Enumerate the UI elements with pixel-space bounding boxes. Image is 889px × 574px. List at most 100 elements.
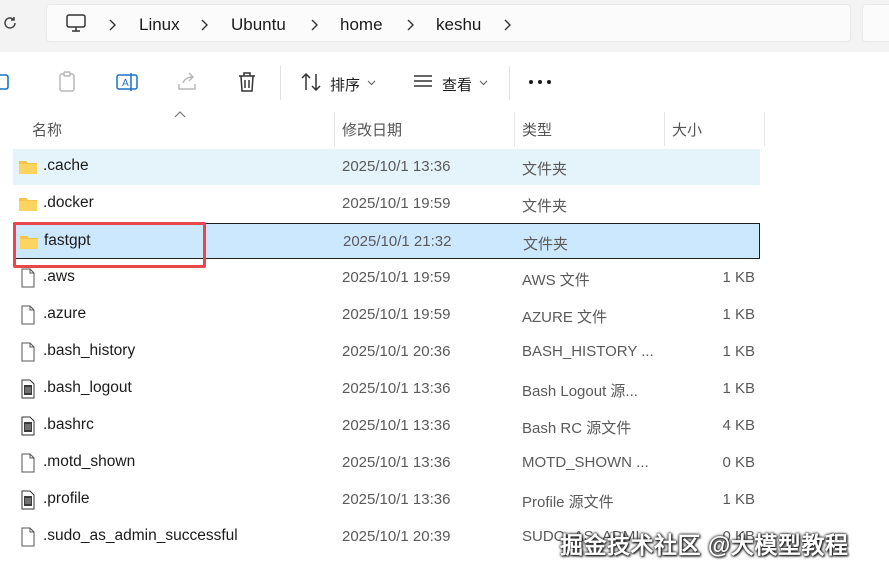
- paste-icon[interactable]: [55, 70, 79, 94]
- file-row[interactable]: .azure 2025/10/1 19:59 AZURE 文件 1 KB: [13, 297, 760, 333]
- refresh-icon: [4, 17, 16, 29]
- file-modified-date: 2025/10/1 20:39: [342, 528, 451, 545]
- copy-icon[interactable]: [0, 70, 16, 94]
- file-name: .motd_shown: [43, 453, 136, 470]
- file-row[interactable]: .aws 2025/10/1 19:59 AWS 文件 1 KB: [13, 260, 760, 296]
- chevron-right-icon[interactable]: [199, 17, 211, 33]
- text-file-icon: [18, 490, 38, 510]
- file-row[interactable]: .bashrc 2025/10/1 13:36 Bash RC 源文件 4 KB: [13, 408, 760, 444]
- command-bar: A 排序 查看: [0, 52, 889, 114]
- file-size: 1 KB: [722, 269, 755, 286]
- column-header-size[interactable]: 大小: [672, 119, 702, 140]
- svg-text:A: A: [122, 78, 129, 89]
- file-name: .sudo_as_admin_successful: [43, 527, 238, 544]
- file-name: .docker: [43, 194, 94, 211]
- delete-icon[interactable]: [235, 70, 259, 94]
- view-button[interactable]: 查看: [408, 62, 494, 102]
- file-modified-date: 2025/10/1 13:36: [342, 417, 451, 434]
- sort-icon: [301, 72, 321, 92]
- view-list-icon: [414, 75, 432, 87]
- file-icon: [18, 305, 38, 325]
- sort-ascending-icon: [174, 111, 186, 118]
- breadcrumb-ubuntu[interactable]: Ubuntu: [231, 15, 286, 35]
- chevron-down-icon: [367, 80, 376, 86]
- folder-icon: [19, 232, 39, 252]
- ellipsis-icon: [529, 80, 533, 84]
- watermark: 掘金技术社区 @大模型教程: [560, 532, 849, 558]
- file-modified-date: 2025/10/1 19:59: [342, 306, 451, 323]
- file-name: .profile: [43, 490, 90, 507]
- file-modified-date: 2025/10/1 19:59: [342, 269, 451, 286]
- file-type: Profile 源文件: [522, 494, 614, 511]
- refresh-button[interactable]: [0, 10, 22, 36]
- file-size: 4 KB: [722, 417, 755, 434]
- folder-icon: [18, 157, 38, 177]
- column-divider[interactable]: [514, 112, 515, 146]
- column-header-modified[interactable]: 修改日期: [342, 119, 402, 140]
- breadcrumb-linux[interactable]: Linux: [139, 15, 180, 35]
- breadcrumb-home[interactable]: home: [340, 15, 383, 35]
- file-icon: [18, 453, 38, 473]
- breadcrumb-keshu[interactable]: keshu: [436, 15, 481, 35]
- file-row[interactable]: .bash_logout 2025/10/1 13:36 Bash Logout 源…: [13, 371, 760, 407]
- file-type: BASH_HISTORY ...: [522, 343, 654, 360]
- rename-icon[interactable]: A: [115, 70, 139, 94]
- file-type: MOTD_SHOWN ...: [522, 454, 649, 471]
- search-box[interactable]: [862, 4, 889, 42]
- file-modified-date: 2025/10/1 21:32: [343, 233, 452, 250]
- file-row[interactable]: .motd_shown 2025/10/1 13:36 MOTD_SHOWN ...…: [13, 445, 760, 481]
- file-row[interactable]: .docker 2025/10/1 19:59 文件夹: [13, 186, 760, 222]
- ellipsis-icon: [547, 80, 551, 84]
- file-size: 1 KB: [722, 380, 755, 397]
- sort-button[interactable]: 排序: [296, 62, 382, 102]
- file-type: 文件夹: [522, 198, 568, 215]
- file-type: Bash Logout 源...: [522, 383, 638, 400]
- file-size: 0 KB: [722, 454, 755, 471]
- file-size: 1 KB: [722, 491, 755, 508]
- chevron-down-icon: [479, 80, 488, 86]
- chevron-right-icon[interactable]: [309, 17, 321, 33]
- text-file-icon: [18, 379, 38, 399]
- file-modified-date: 2025/10/1 13:36: [342, 158, 451, 175]
- file-type: AWS 文件: [522, 272, 590, 289]
- file-size: 1 KB: [722, 343, 755, 360]
- ellipsis-icon: [538, 80, 542, 84]
- file-row[interactable]: .cache 2025/10/1 13:36 文件夹: [13, 149, 760, 185]
- file-type: 文件夹: [523, 236, 569, 253]
- file-row[interactable]: .profile 2025/10/1 13:36 Profile 源文件 1 KB: [13, 482, 760, 518]
- share-icon[interactable]: [175, 70, 199, 94]
- address-bar-row: Linux Ubuntu home keshu: [0, 0, 889, 52]
- view-label: 查看: [442, 77, 473, 94]
- file-name: fastgpt: [44, 232, 91, 249]
- column-header-type[interactable]: 类型: [522, 119, 552, 140]
- column-header-row: 名称 修改日期 类型 大小: [0, 110, 889, 146]
- file-modified-date: 2025/10/1 20:36: [342, 343, 451, 360]
- chevron-right-icon[interactable]: [405, 17, 417, 33]
- file-type: 文件夹: [522, 161, 568, 178]
- file-modified-date: 2025/10/1 19:59: [342, 195, 451, 212]
- more-options-button[interactable]: [526, 70, 554, 94]
- sort-label: 排序: [330, 77, 361, 94]
- column-divider[interactable]: [664, 112, 665, 146]
- file-name: .azure: [43, 305, 87, 322]
- computer-icon[interactable]: [66, 14, 86, 32]
- file-icon: [18, 268, 38, 288]
- column-header-name[interactable]: 名称: [32, 119, 62, 140]
- address-bar[interactable]: Linux Ubuntu home keshu: [46, 4, 851, 42]
- file-name: .aws: [43, 268, 75, 285]
- column-divider[interactable]: [334, 112, 335, 146]
- file-type: AZURE 文件: [522, 309, 608, 326]
- file-modified-date: 2025/10/1 13:36: [342, 491, 451, 508]
- chevron-right-icon[interactable]: [502, 17, 514, 33]
- file-row[interactable]: fastgpt 2025/10/1 21:32 文件夹: [13, 223, 760, 259]
- toolbar-divider: [509, 66, 510, 100]
- column-divider[interactable]: [764, 112, 765, 146]
- file-name: .cache: [43, 157, 89, 174]
- chevron-right-icon[interactable]: [107, 17, 119, 33]
- file-modified-date: 2025/10/1 13:36: [342, 380, 451, 397]
- file-icon: [18, 342, 38, 362]
- file-type: Bash RC 源文件: [522, 420, 632, 437]
- file-row[interactable]: .bash_history 2025/10/1 20:36 BASH_HISTORY…: [13, 334, 760, 370]
- file-name: .bash_logout: [43, 379, 132, 396]
- text-file-icon: [18, 416, 38, 436]
